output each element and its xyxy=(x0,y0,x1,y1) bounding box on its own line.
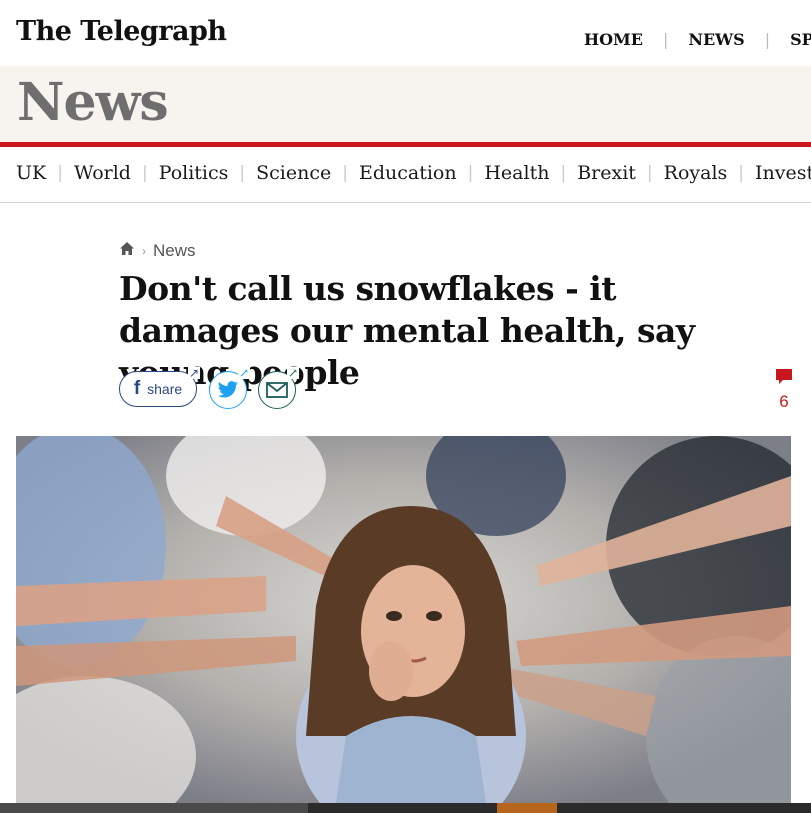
facebook-share-label: share xyxy=(147,381,183,397)
sub-nav-item-brexit[interactable]: Brexit xyxy=(577,162,636,184)
sub-nav-item-health[interactable]: Health xyxy=(484,162,549,184)
page: The Telegraph HOME | NEWS | SPO News UK … xyxy=(0,0,811,813)
email-share-button[interactable]: ↗ xyxy=(258,367,299,409)
breadcrumb: › News xyxy=(119,241,196,261)
nav-divider: | xyxy=(662,30,669,49)
sub-nav-item-education[interactable]: Education xyxy=(359,162,457,184)
nav-divider: | xyxy=(342,163,348,183)
section-rule xyxy=(0,142,811,147)
sub-nav: UK | World | Politics | Science | Educat… xyxy=(16,162,811,184)
nav-divider: | xyxy=(646,163,653,183)
top-nav: HOME | NEWS | SPO xyxy=(584,30,811,49)
nav-divider: | xyxy=(467,163,474,183)
sub-nav-rule xyxy=(0,202,811,203)
bottom-strip xyxy=(0,803,811,813)
section-title[interactable]: News xyxy=(17,72,169,133)
breadcrumb-current[interactable]: News xyxy=(153,241,196,261)
hero-photo xyxy=(16,436,791,803)
share-arrow-icon: ↗ xyxy=(187,366,200,380)
facebook-icon: f xyxy=(133,378,141,399)
strip-segment xyxy=(0,803,308,813)
email-icon xyxy=(266,382,288,398)
hero-image xyxy=(16,436,791,803)
nav-divider: | xyxy=(239,163,246,183)
share-arrow-icon: ↗ xyxy=(286,366,299,380)
twitter-icon xyxy=(217,381,238,398)
facebook-share-button[interactable]: f share ↗ xyxy=(119,367,200,407)
comment-count: 6 xyxy=(779,392,789,411)
telegraph-logo[interactable]: The Telegraph xyxy=(16,16,227,47)
share-arrow-icon: ↗ xyxy=(237,366,250,380)
nav-divider: | xyxy=(738,163,745,183)
nav-divider: | xyxy=(764,30,771,49)
top-nav-sport[interactable]: SPO xyxy=(790,30,811,49)
sub-nav-item-politics[interactable]: Politics xyxy=(159,162,229,184)
sub-nav-item-uk[interactable]: UK xyxy=(16,162,46,184)
sub-nav-item-investigations[interactable]: Investigat xyxy=(755,162,811,184)
sub-nav-item-world[interactable]: World xyxy=(74,162,131,184)
twitter-share-button[interactable]: ↗ xyxy=(209,367,250,409)
nav-divider: | xyxy=(560,163,567,183)
comment-icon xyxy=(776,369,792,384)
sub-nav-item-royals[interactable]: Royals xyxy=(664,162,728,184)
top-nav-home[interactable]: HOME xyxy=(584,30,643,49)
breadcrumb-chevron-icon: › xyxy=(142,244,146,258)
masthead: The Telegraph HOME | NEWS | SPO xyxy=(0,0,811,66)
nav-divider: | xyxy=(141,163,148,183)
home-icon[interactable] xyxy=(119,241,135,261)
nav-divider: | xyxy=(57,163,63,183)
strip-segment xyxy=(497,803,557,813)
sub-nav-item-science[interactable]: Science xyxy=(256,162,331,184)
comments-link[interactable]: 6 xyxy=(770,368,798,412)
top-nav-news[interactable]: NEWS xyxy=(688,30,744,49)
